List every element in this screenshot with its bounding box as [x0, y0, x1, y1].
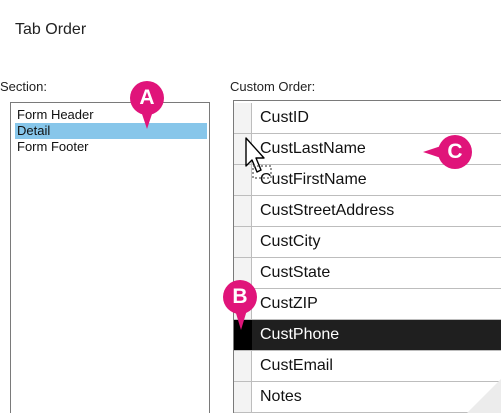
section-item-form-footer[interactable]: Form Footer — [15, 139, 207, 155]
callout-b-marker: B — [223, 280, 257, 330]
row-selector[interactable] — [234, 382, 252, 412]
custom-order-label: Custom Order: — [230, 79, 316, 94]
section-item-label: Detail — [17, 123, 51, 138]
row-field-name: CustStreetAddress — [260, 202, 395, 219]
row-field-name: CustEmail — [260, 357, 333, 374]
row-selector[interactable] — [234, 103, 252, 133]
callout-c-marker: C — [423, 135, 472, 169]
section-item-detail[interactable]: Detail — [15, 123, 207, 139]
window-title: Tab Order — [15, 21, 87, 38]
row-field-name: CustID — [260, 109, 309, 126]
callout-a-marker: A — [130, 81, 164, 129]
order-row-custstate[interactable]: CustState — [234, 258, 501, 289]
order-row-custphone[interactable]: CustPhone — [234, 320, 501, 351]
section-item-form-header[interactable]: Form Header — [15, 107, 207, 123]
row-selector[interactable] — [234, 227, 252, 257]
row-selector[interactable] — [234, 351, 252, 381]
row-field-name: CustState — [260, 264, 331, 281]
tab-order-dialog: Tab Order Section: Custom Order: Form He… — [0, 0, 501, 413]
order-row-custstreetaddress[interactable]: CustStreetAddress — [234, 196, 501, 227]
section-item-label: Form Header — [17, 107, 94, 122]
row-field-name: Notes — [260, 388, 302, 405]
section-item-label: Form Footer — [17, 139, 89, 154]
row-field-name: CustCity — [260, 233, 321, 250]
row-field-name: CustPhone — [260, 326, 340, 343]
section-label: Section: — [0, 79, 47, 94]
page-corner-decoration — [467, 379, 501, 413]
row-selector[interactable] — [234, 196, 252, 226]
order-row-custcity[interactable]: CustCity — [234, 227, 501, 258]
move-arrow-cursor-icon — [245, 137, 272, 179]
section-list[interactable]: Form Header Detail Form Footer — [10, 102, 210, 413]
row-field-name: CustZIP — [260, 295, 318, 312]
order-row-custzip[interactable]: CustZIP — [234, 289, 501, 320]
title-bar[interactable]: Tab Order — [0, 0, 501, 64]
order-row-custid[interactable]: CustID — [234, 103, 501, 134]
